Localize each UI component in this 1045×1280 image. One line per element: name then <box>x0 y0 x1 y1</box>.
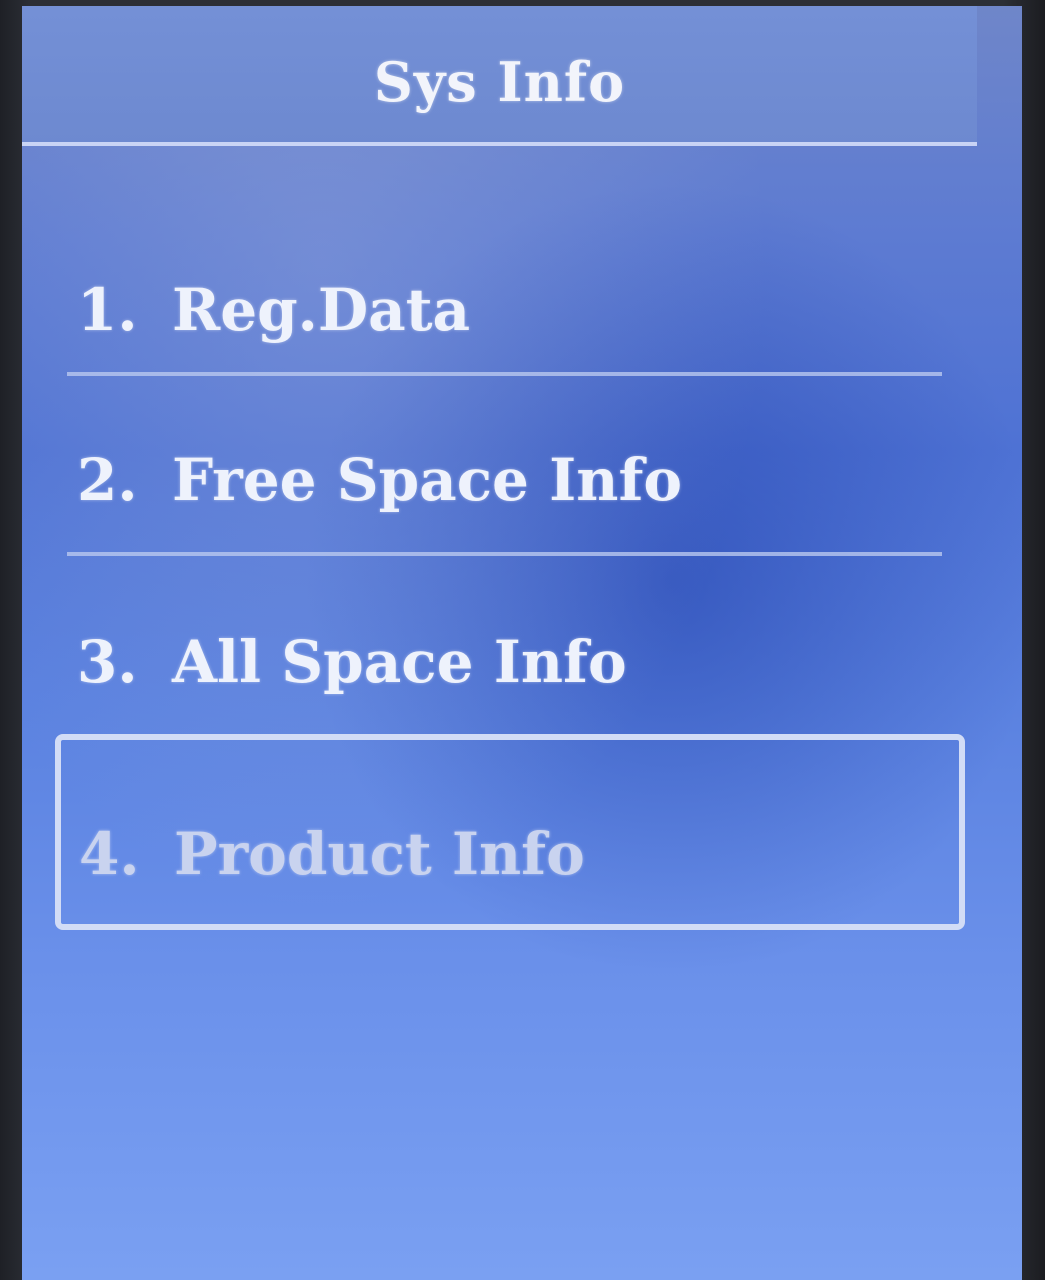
menu-item-label: Free Space Info <box>172 446 683 514</box>
menu-item-number: 1. <box>77 276 138 344</box>
menu-item-number: 2. <box>77 446 138 514</box>
menu-item-product-info-selected[interactable]: 4. Product Info <box>55 734 965 930</box>
menu-item-label: Reg.Data <box>172 276 471 344</box>
title-bar: Sys Info <box>22 6 977 144</box>
menu-item-all-space-info[interactable]: 3. All Space Info <box>77 628 977 696</box>
menu-item-label: All Space Info <box>172 628 627 696</box>
device-bezel: Sys Info 1. Reg.Data 2. Free Space Info 3.… <box>0 0 1045 1280</box>
lcd-screen: Sys Info 1. Reg.Data 2. Free Space Info 3.… <box>22 6 1022 1280</box>
menu-item-number: 3. <box>77 628 138 696</box>
menu-item-number: 4. <box>79 820 140 888</box>
menu-item-free-space-info[interactable]: 2. Free Space Info <box>77 446 977 514</box>
menu-item-reg-data[interactable]: 1. Reg.Data <box>77 276 977 344</box>
menu-divider <box>67 552 942 556</box>
menu-divider <box>67 372 942 376</box>
screen-title: Sys Info <box>373 50 626 114</box>
menu-item-label: Product Info <box>174 820 585 888</box>
title-divider <box>22 142 977 146</box>
